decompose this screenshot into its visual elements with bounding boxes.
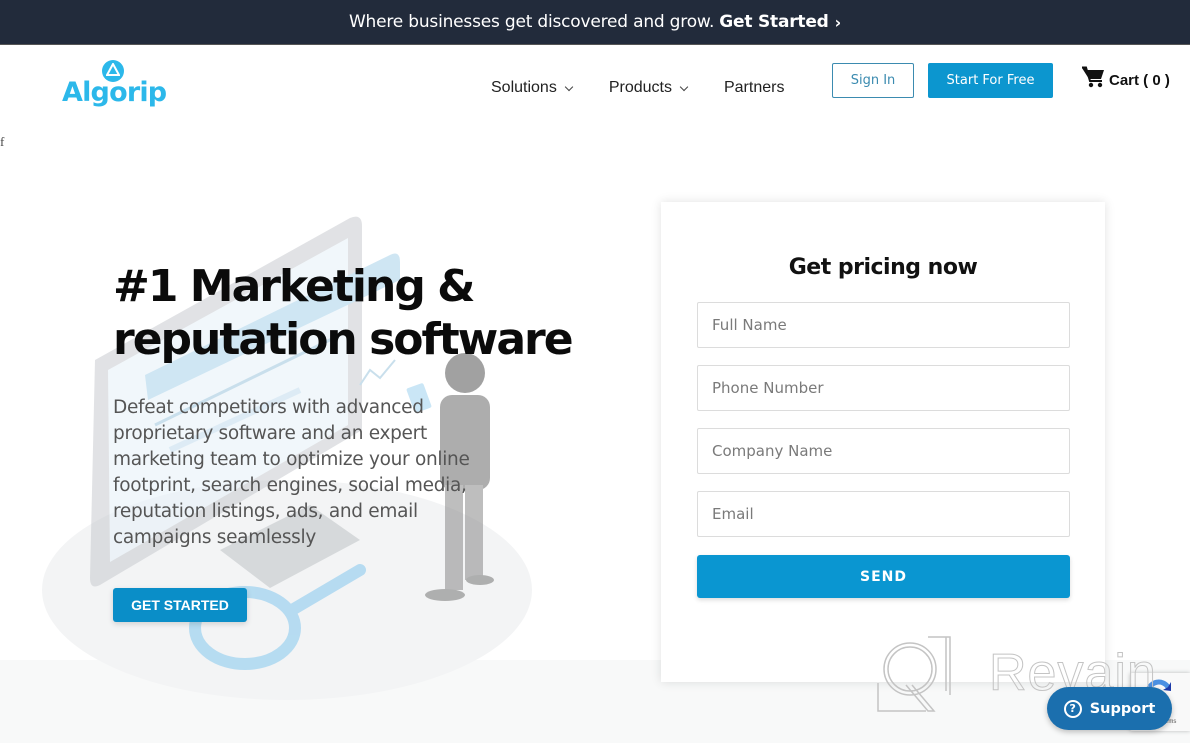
main-nav: Solutions Products Partners: [491, 79, 784, 97]
send-button[interactable]: SEND: [697, 555, 1070, 598]
chevron-right-icon: ›: [834, 12, 842, 32]
chevron-down-icon: [679, 82, 689, 91]
nav-products-label: Products: [608, 79, 672, 96]
hero-description: Defeat competitors with advanced proprie…: [113, 397, 470, 548]
support-button[interactable]: ? Support: [1047, 687, 1172, 730]
company-name-field[interactable]: [697, 428, 1070, 474]
hero-title: #1 Marketing & reputation software: [113, 261, 574, 365]
stray-text: f: [0, 134, 5, 149]
logo[interactable]: Algorip: [62, 60, 167, 112]
full-name-field[interactable]: [697, 302, 1070, 348]
nav-partners[interactable]: Partners: [724, 79, 784, 97]
banner-text: Where businesses get discovered and grow…: [348, 12, 715, 32]
start-for-free-button[interactable]: Start For Free: [928, 63, 1053, 98]
pricing-form-card: Get pricing now SEND: [661, 202, 1105, 682]
help-circle-icon: ?: [1063, 699, 1082, 718]
top-banner: Where businesses get discovered and grow…: [0, 0, 1190, 45]
cart-icon: [1082, 66, 1104, 88]
sign-in-button[interactable]: Sign In: [832, 63, 914, 98]
site-header: Algorip Solutions Products Partners Sign…: [0, 46, 1190, 131]
cart-label: Cart ( 0 ): [1109, 72, 1170, 89]
get-started-button[interactable]: GET STARTED: [113, 588, 247, 622]
nav-products[interactable]: Products: [608, 79, 689, 97]
phone-number-field[interactable]: [697, 365, 1070, 411]
banner-get-started-link[interactable]: Get Started: [719, 12, 829, 32]
nav-partners-label: Partners: [723, 79, 785, 96]
support-label: Support: [1089, 700, 1156, 717]
logo-text: Algorip: [62, 77, 167, 108]
email-field[interactable]: [697, 491, 1070, 537]
nav-solutions[interactable]: Solutions: [491, 79, 574, 97]
cart-link[interactable]: Cart ( 0 ): [1081, 66, 1170, 89]
chevron-down-icon: [564, 82, 574, 91]
form-title: Get pricing now: [788, 255, 978, 280]
nav-solutions-label: Solutions: [491, 79, 557, 96]
